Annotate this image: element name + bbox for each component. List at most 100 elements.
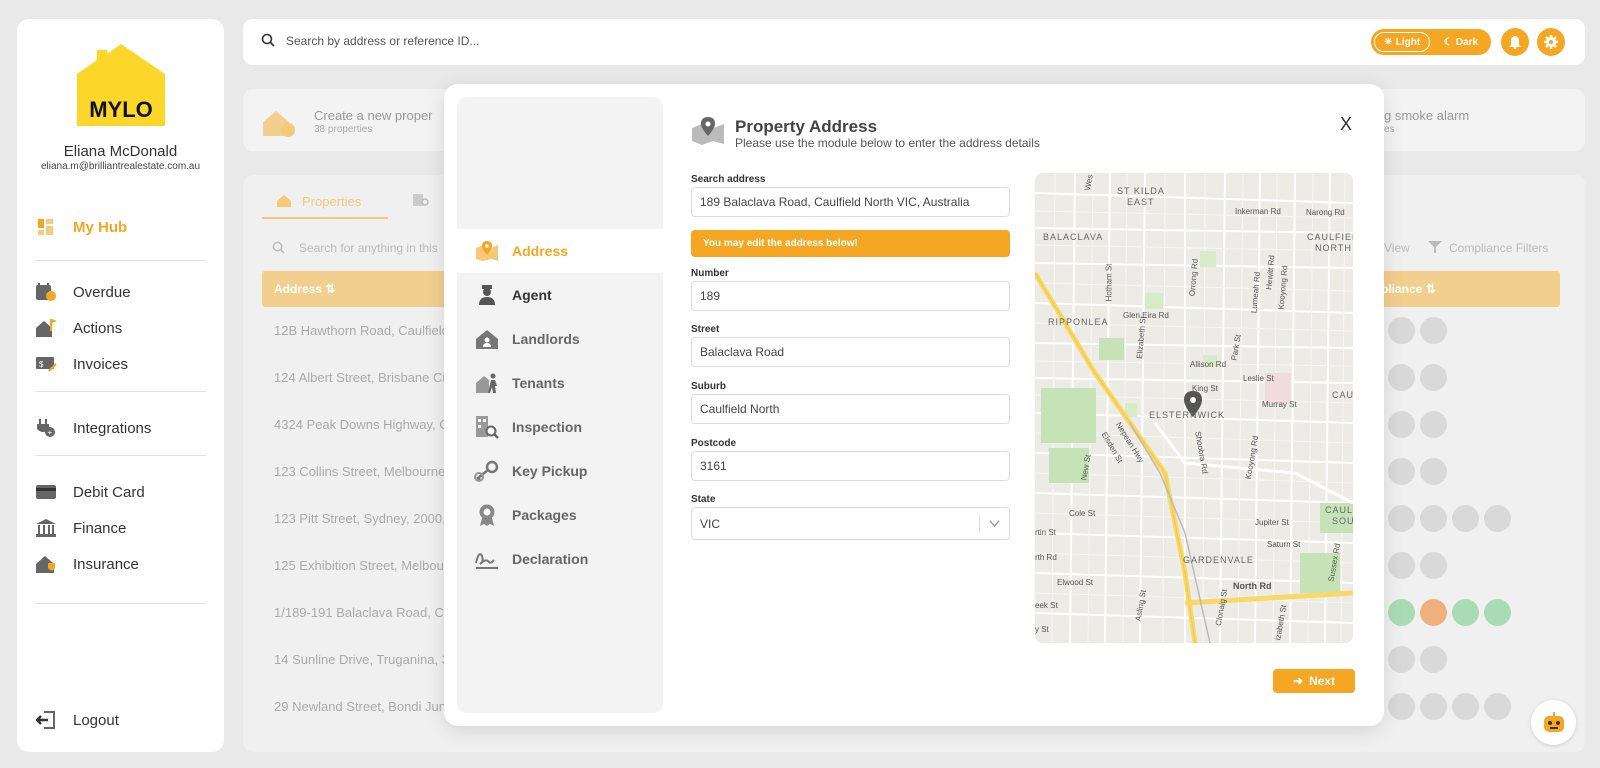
address-map[interactable]: ST KILDA EAST Inkerman Rd Narong Rd BALA… — [1035, 173, 1353, 643]
smoke-alarm-icon[interactable] — [1388, 458, 1415, 485]
column-address[interactable]: Address ⇅ — [274, 282, 335, 296]
smoke-alarm-icon[interactable] — [1388, 646, 1415, 673]
logout-label: Logout — [73, 711, 119, 729]
table-row[interactable]: 29 Newland Street, Bondi Jun — [274, 699, 446, 714]
table-row[interactable]: 14 Sunline Drive, Truganina, 3 — [274, 652, 449, 667]
table-row[interactable]: 125 Exhibition Street, Melbour — [274, 558, 448, 573]
document-icon[interactable] — [1484, 693, 1511, 720]
keys-icon — [474, 458, 500, 484]
invoice-icon: $ — [35, 353, 57, 375]
list-icon[interactable] — [1452, 599, 1479, 626]
step-tenants[interactable]: Tenants — [457, 361, 663, 405]
step-landlords[interactable]: Landlords — [457, 317, 663, 361]
gas-icon[interactable] — [1420, 364, 1447, 391]
notifications-button[interactable] — [1501, 28, 1529, 56]
column-compliance[interactable]: pliance ⇅ — [1381, 282, 1436, 296]
smoke-alarm-icon[interactable] — [1388, 411, 1415, 438]
state-select[interactable]: VIC — [691, 507, 1010, 540]
sidebar-item-actions[interactable]: Actions — [35, 317, 122, 339]
document-icon[interactable] — [1484, 505, 1511, 532]
settings-button[interactable] — [1537, 28, 1565, 56]
create-property-title: Create a new proper — [314, 108, 433, 123]
sidebar-divider — [35, 391, 206, 392]
inspection-tab-icon[interactable] — [412, 193, 430, 207]
table-row[interactable]: 123 Collins Street, Melbourne, — [274, 464, 449, 479]
plug-icon: + — [35, 417, 57, 439]
step-label: Address — [512, 243, 569, 259]
clipboard-icon[interactable] — [1388, 693, 1415, 720]
close-button[interactable]: X — [1340, 115, 1356, 133]
clipboard-icon[interactable] — [1388, 599, 1415, 626]
compliance-filters-button[interactable]: Compliance Filters — [1428, 241, 1548, 255]
sidebar-item-invoices[interactable]: $ Invoices — [35, 353, 128, 375]
water-icon[interactable] — [1420, 693, 1447, 720]
table-row[interactable]: 1/189-191 Balaclava Road, Caul — [274, 605, 461, 620]
chevron-down-icon — [989, 520, 1000, 528]
step-key-pickup[interactable]: Key Pickup — [457, 449, 663, 493]
filter-icon — [1428, 241, 1442, 253]
search-input[interactable]: Search by address or reference ID... — [286, 34, 479, 48]
sidebar-item-finance[interactable]: Finance — [35, 517, 126, 539]
map-label: Murray St — [1262, 400, 1297, 409]
smoke-alarm-icon[interactable] — [1388, 552, 1415, 579]
map-label: BALACLAVA — [1043, 232, 1104, 242]
sidebar-item-overdue[interactable]: Overdue — [35, 281, 131, 303]
sidebar-divider — [35, 455, 206, 456]
table-search-input[interactable]: Search for anything in this — [299, 241, 438, 255]
sidebar: MYLO Eliana McDonald eliana.m@brilliantr… — [17, 19, 224, 752]
document-icon[interactable] — [1484, 599, 1511, 626]
gas-icon[interactable] — [1420, 552, 1447, 579]
gas-icon[interactable] — [1420, 411, 1447, 438]
clipboard-icon[interactable] — [1388, 505, 1415, 532]
street-input[interactable] — [691, 337, 1010, 367]
sidebar-item-my-hub[interactable]: My Hub — [35, 216, 127, 238]
gas-icon[interactable] — [1420, 646, 1447, 673]
building-search-icon — [474, 414, 500, 440]
table-row[interactable]: 4324 Peak Downs Highway, C — [274, 417, 449, 432]
sidebar-item-debit-card[interactable]: Debit Card — [35, 481, 145, 503]
theme-toggle[interactable]: ☀ Light ☾ Dark — [1371, 29, 1491, 55]
step-address[interactable]: Address — [457, 229, 663, 273]
map-label: ELSTERNWICK — [1149, 410, 1226, 420]
user-name: Eliana McDonald — [63, 143, 178, 160]
chatbot-button[interactable] — [1531, 700, 1576, 745]
step-inspection[interactable]: Inspection — [457, 405, 663, 449]
map-label: RIPPONLEA — [1048, 317, 1109, 327]
step-agent[interactable]: Agent — [457, 273, 663, 317]
number-input[interactable] — [691, 281, 1010, 311]
theme-light-option[interactable]: ☀ Light — [1374, 32, 1430, 52]
map-label: Elwood St — [1057, 578, 1094, 587]
map-pin-icon — [474, 238, 500, 264]
water-icon[interactable] — [1420, 505, 1447, 532]
sidebar-item-integrations[interactable]: + Integrations — [35, 417, 151, 439]
table-row[interactable]: 12B Hawthorn Road, Caulfield — [274, 323, 449, 338]
gas-icon[interactable] — [1420, 458, 1447, 485]
tab-properties[interactable]: Properties — [262, 185, 388, 219]
logout-icon — [35, 709, 57, 731]
table-row[interactable]: 123 Pitt Street, Sydney, 2000, I — [274, 511, 453, 526]
compliance-icons — [1388, 458, 1447, 485]
smoke-alarm-title: g smoke alarm — [1384, 108, 1470, 123]
theme-dark-option[interactable]: ☾ Dark — [1435, 32, 1487, 52]
sidebar-divider — [35, 260, 206, 261]
smoke-alarm-icon[interactable] — [1388, 317, 1415, 344]
sidebar-item-label: Insurance — [73, 555, 139, 573]
next-button[interactable]: ➜ Next — [1273, 669, 1355, 693]
suburb-input[interactable] — [691, 394, 1010, 424]
list-icon[interactable] — [1452, 693, 1479, 720]
user-email: eliana.m@brilliantrealestate.com.au — [40, 161, 201, 172]
view-toggle[interactable]: View — [1384, 241, 1410, 255]
gas-icon[interactable] — [1420, 317, 1447, 344]
smoke-alarm-icon[interactable] — [1388, 364, 1415, 391]
logout-button[interactable]: Logout — [35, 709, 119, 731]
search-address-input[interactable] — [691, 187, 1010, 217]
sidebar-item-insurance[interactable]: Insurance — [35, 553, 139, 575]
postcode-input[interactable] — [691, 451, 1010, 481]
mylo-logo: MYLO — [77, 44, 165, 126]
edit-address-notice: You may edit the address below! — [691, 230, 1010, 257]
step-packages[interactable]: Packages — [457, 493, 663, 537]
water-icon[interactable] — [1420, 599, 1447, 626]
table-row[interactable]: 124 Albert Street, Brisbane Cit — [274, 370, 449, 385]
list-icon[interactable] — [1452, 505, 1479, 532]
step-declaration[interactable]: Declaration — [457, 537, 663, 581]
